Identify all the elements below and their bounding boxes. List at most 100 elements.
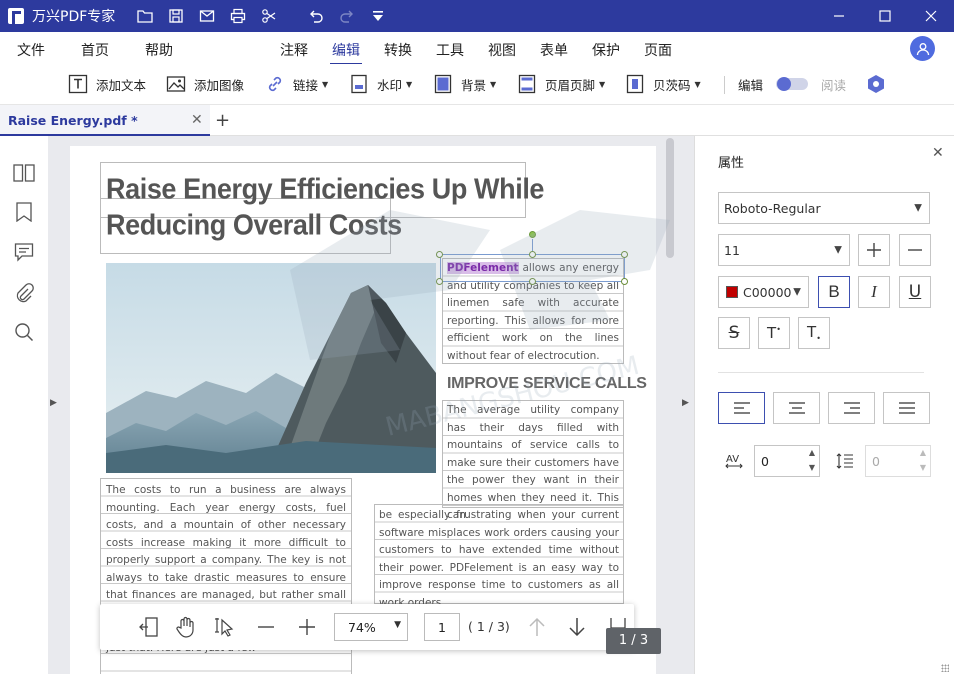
undo-icon[interactable]	[300, 0, 331, 32]
mail-icon[interactable]	[191, 0, 222, 32]
char-spacing-input[interactable]: 0 ▲ ▼	[754, 445, 820, 477]
comment-icon[interactable]	[13, 241, 35, 263]
select-tool-icon[interactable]	[212, 614, 238, 640]
font-color-value: C00000	[743, 285, 792, 300]
strikethrough-button[interactable]: S	[718, 317, 750, 349]
hand-tool-icon[interactable]	[173, 614, 199, 640]
new-tab-icon[interactable]: +	[215, 110, 230, 131]
menu-view[interactable]: 视图	[488, 40, 516, 60]
chevron-down-icon: ▼	[914, 202, 922, 214]
close-panel-icon[interactable]: ✕	[932, 145, 944, 161]
chevron-down-icon: ▼	[834, 244, 842, 256]
menu-form[interactable]: 表单	[540, 40, 568, 60]
header-footer-button[interactable]: 页眉页脚 ▼	[517, 73, 605, 95]
spin-down-icon[interactable]: ▼	[809, 463, 815, 472]
italic-button[interactable]: I	[858, 276, 890, 308]
watermark-label: 水印	[377, 77, 403, 93]
align-left-button[interactable]	[718, 392, 765, 424]
edit-mode-text: 编辑	[738, 77, 764, 93]
menu-help[interactable]: 帮助	[145, 40, 173, 60]
spin-down-icon[interactable]: ▼	[920, 463, 926, 472]
menu-comment[interactable]: 注释	[280, 40, 308, 60]
link-button[interactable]: 链接 ▼	[265, 73, 328, 95]
resize-handle-tr[interactable]	[621, 251, 628, 258]
document-title-line2: Reducing Overall Costs	[106, 209, 402, 241]
tab-label: Raise Energy.pdf *	[8, 113, 138, 128]
maximize-icon[interactable]	[862, 0, 908, 32]
add-text-button[interactable]: 添加文本	[68, 73, 146, 95]
properties-title: 属性	[718, 156, 745, 171]
paragraph-3[interactable]: be especially frustrating when your curr…	[379, 507, 619, 612]
resize-grip[interactable]	[941, 664, 949, 672]
resize-handle-bl[interactable]	[436, 278, 443, 285]
align-center-button[interactable]	[773, 392, 820, 424]
font-family-select[interactable]: Roboto-Regular ▼	[718, 192, 930, 224]
previous-page-icon[interactable]	[524, 614, 550, 640]
settings-hex-button[interactable]	[866, 73, 894, 95]
customize-dropdown-icon[interactable]	[362, 0, 393, 32]
thumbnails-icon[interactable]	[13, 162, 35, 184]
document-tab-bar: Raise Energy.pdf * ✕ +	[0, 104, 954, 136]
font-color-picker[interactable]: C00000 ▼	[718, 276, 809, 308]
resize-handle-bm[interactable]	[529, 278, 536, 285]
background-icon	[433, 74, 453, 94]
close-window-icon[interactable]	[908, 0, 954, 32]
zoom-in-icon[interactable]	[294, 614, 320, 640]
redo-icon[interactable]	[331, 0, 362, 32]
print-icon[interactable]	[222, 0, 253, 32]
next-page-icon[interactable]	[564, 614, 590, 640]
document-viewport[interactable]: ▶ ▶ Raise Energy Efficiencies Up While R…	[48, 136, 694, 674]
align-center-icon	[788, 402, 805, 414]
menu-file[interactable]: 文件	[17, 40, 45, 60]
page-number-input[interactable]: 1	[424, 613, 460, 641]
justify-button[interactable]	[883, 392, 930, 424]
watermark-button[interactable]: 水印 ▼	[349, 73, 412, 95]
minus-icon	[908, 249, 922, 251]
menu-convert[interactable]: 转换	[384, 40, 412, 60]
menu-home[interactable]: 首页	[81, 40, 109, 60]
rotate-handle[interactable]	[529, 231, 536, 238]
bold-icon: B	[828, 282, 840, 301]
close-tab-icon[interactable]: ✕	[191, 112, 203, 128]
fit-width-icon[interactable]	[136, 614, 162, 640]
resize-handle-tm[interactable]	[529, 251, 536, 258]
align-right-button[interactable]	[828, 392, 875, 424]
save-icon[interactable]	[160, 0, 191, 32]
attachment-icon[interactable]	[13, 282, 35, 304]
superscript-button[interactable]: T•	[758, 317, 790, 349]
decrease-font-button[interactable]	[899, 234, 931, 266]
line-spacing-input[interactable]: 0 ▲ ▼	[865, 445, 931, 477]
zoom-out-icon[interactable]	[253, 614, 279, 640]
menu-tools[interactable]: 工具	[436, 40, 464, 60]
bates-button[interactable]: 贝茨码 ▼	[625, 73, 701, 95]
menu-edit[interactable]: 编辑	[330, 40, 362, 65]
font-size-select[interactable]: 11 ▼	[718, 234, 850, 266]
collapse-left-icon[interactable]: ▶	[50, 398, 57, 408]
bold-button[interactable]: B	[818, 276, 850, 308]
user-avatar-icon[interactable]	[910, 36, 935, 61]
collapse-right-icon[interactable]: ▶	[682, 398, 689, 408]
underline-button[interactable]: U	[899, 276, 931, 308]
minimize-icon[interactable]	[816, 0, 862, 32]
resize-handle-br[interactable]	[621, 278, 628, 285]
menu-protect[interactable]: 保护	[592, 40, 620, 60]
background-button[interactable]: 背景 ▼	[433, 73, 496, 95]
edit-read-toggle[interactable]	[776, 77, 808, 91]
pdf-page: Raise Energy Efficiencies Up While Reduc…	[70, 146, 656, 674]
menu-page[interactable]: 页面	[644, 40, 672, 60]
spin-up-icon[interactable]: ▲	[809, 448, 815, 457]
mountain-image[interactable]	[106, 263, 436, 473]
resize-handle-tl[interactable]	[436, 251, 443, 258]
vertical-scrollbar[interactable]	[666, 138, 674, 258]
bookmark-icon[interactable]	[13, 201, 35, 223]
spin-up-icon[interactable]: ▲	[920, 448, 926, 457]
open-folder-icon[interactable]	[129, 0, 160, 32]
zoom-select[interactable]: 74% ▼	[334, 613, 408, 641]
chevron-down-icon: ▼	[793, 286, 801, 298]
tab-raise-energy[interactable]: Raise Energy.pdf * ✕	[0, 105, 210, 136]
increase-font-button[interactable]	[858, 234, 890, 266]
subscript-button[interactable]: T•	[798, 317, 830, 349]
add-image-button[interactable]: 添加图像	[166, 73, 244, 95]
scissors-icon[interactable]	[253, 0, 284, 32]
search-icon[interactable]	[13, 321, 35, 343]
